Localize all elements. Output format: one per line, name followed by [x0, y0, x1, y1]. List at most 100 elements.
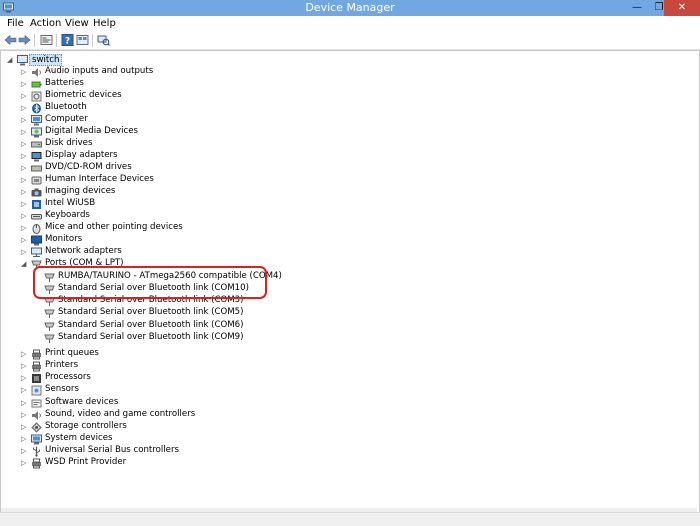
- forward-arrow-icon[interactable]: [18, 34, 31, 46]
- media-device-icon: [31, 127, 42, 138]
- usb-icon: [33, 446, 40, 457]
- port-device-item[interactable]: Standard Serial over Bluetooth link (COM…: [1, 332, 321, 345]
- sensor-icon: [31, 385, 42, 396]
- dvd-drive-icon: [31, 165, 42, 172]
- properties-icon[interactable]: [40, 34, 53, 46]
- expand-triangle-icon[interactable]: ▷: [21, 68, 26, 76]
- menu-action[interactable]: Action: [30, 18, 61, 29]
- toolbar: ?: [0, 32, 700, 50]
- expand-triangle-icon[interactable]: ▷: [21, 435, 26, 443]
- expand-triangle-icon[interactable]: ▷: [21, 350, 26, 358]
- expand-triangle-icon[interactable]: ▷: [21, 176, 26, 184]
- help-icon[interactable]: ?: [61, 34, 74, 46]
- serial-port-icon: [44, 309, 55, 318]
- system-device-icon: [31, 434, 42, 445]
- speaker-icon: [32, 68, 41, 77]
- category-label: Mice and other pointing devices: [45, 222, 183, 232]
- expand-triangle-icon[interactable]: ▷: [21, 164, 26, 172]
- expand-triangle-icon[interactable]: ▷: [21, 374, 26, 382]
- scan-hardware-icon[interactable]: [97, 34, 110, 46]
- wsd-printer-icon: [32, 458, 41, 469]
- back-arrow-icon[interactable]: [4, 34, 17, 46]
- menu-view[interactable]: View: [65, 18, 89, 29]
- computer-icon: [31, 115, 42, 126]
- serial-port-icon: [44, 334, 55, 343]
- expand-triangle-icon[interactable]: ▷: [21, 92, 26, 100]
- expand-triangle-icon[interactable]: ▷: [21, 188, 26, 196]
- category-label: Sound, video and game controllers: [45, 409, 196, 419]
- menu-bar: File Action View Help: [0, 16, 700, 32]
- toolbar-separator: [34, 34, 35, 47]
- expand-triangle-icon[interactable]: ▷: [21, 362, 26, 370]
- expand-triangle-icon[interactable]: ▷: [21, 80, 26, 88]
- expand-triangle-icon[interactable]: ▷: [21, 104, 26, 112]
- hid-icon: [31, 176, 42, 185]
- expand-triangle-icon[interactable]: ▷: [21, 236, 26, 244]
- category-label: Biometric devices: [45, 90, 122, 100]
- category-label: Print queues: [45, 348, 99, 358]
- expand-triangle-icon[interactable]: ▷: [21, 459, 26, 467]
- category-label: Sensors: [45, 384, 79, 394]
- category-label: Human Interface Devices: [45, 174, 154, 184]
- monitor-icon: [31, 235, 42, 246]
- category-label: Disk drives: [45, 138, 93, 148]
- serial-port-icon: [44, 322, 55, 331]
- toolbar-separator: [56, 34, 57, 47]
- collapse-triangle-icon[interactable]: ◢: [7, 56, 12, 64]
- category-label: Audio inputs and outputs: [45, 66, 154, 76]
- device-tree[interactable]: ◢ switch ▷ Audio inputs and outputs ▷ Ba…: [0, 50, 700, 513]
- category-label: Network adapters: [45, 246, 122, 256]
- close-button[interactable]: ✕: [664, 0, 700, 16]
- tree-category[interactable]: ▷ Sensors: [1, 384, 301, 397]
- category-label: WSD Print Provider: [45, 457, 127, 467]
- expand-triangle-icon[interactable]: ▷: [21, 447, 26, 455]
- title-bar[interactable]: Device Manager — ❐ ✕: [0, 0, 700, 16]
- expand-triangle-icon[interactable]: ▷: [21, 212, 26, 220]
- view-icon[interactable]: [76, 34, 89, 46]
- expand-triangle-icon[interactable]: ▷: [21, 116, 26, 124]
- expand-triangle-icon[interactable]: ▷: [21, 200, 26, 208]
- print-queue-icon: [32, 349, 41, 360]
- category-label: Batteries: [45, 78, 84, 88]
- expand-triangle-icon[interactable]: ▷: [21, 224, 26, 232]
- category-label: Storage controllers: [45, 421, 127, 431]
- highlight-annotation: [33, 266, 267, 299]
- menu-file[interactable]: File: [7, 18, 24, 29]
- category-label: Keyboards: [45, 210, 90, 220]
- port-device-item[interactable]: Standard Serial over Bluetooth link (COM…: [1, 307, 321, 320]
- minimize-button[interactable]: —: [626, 0, 648, 16]
- storage-controller-icon: [31, 422, 42, 433]
- category-label: Monitors: [45, 234, 83, 244]
- processor-icon: [32, 374, 41, 383]
- port-device-label: Standard Serial over Bluetooth link (COM…: [58, 320, 244, 330]
- expand-triangle-icon[interactable]: ▷: [21, 140, 26, 148]
- tree-category[interactable]: ▷ WSD Print Provider: [1, 457, 301, 470]
- disk-drive-icon: [31, 141, 42, 148]
- wiusb-icon: [32, 200, 41, 209]
- category-label: Intel WiUSB: [45, 198, 96, 208]
- bluetooth-icon: [32, 103, 41, 114]
- expand-triangle-icon[interactable]: ▷: [21, 423, 26, 431]
- expand-triangle-icon[interactable]: ▷: [21, 386, 26, 394]
- category-label: Imaging devices: [45, 186, 116, 196]
- tree-root-label: switch: [29, 54, 63, 66]
- port-device-label: Standard Serial over Bluetooth link (COM…: [58, 332, 244, 342]
- expand-triangle-icon[interactable]: ▷: [21, 411, 26, 419]
- svg-text:?: ?: [65, 37, 70, 47]
- expand-triangle-icon[interactable]: ▷: [21, 128, 26, 136]
- toolbar-separator: [92, 34, 93, 47]
- mouse-icon: [32, 224, 41, 234]
- display-adapter-icon: [31, 152, 42, 162]
- category-label: System devices: [45, 433, 113, 443]
- printer-icon: [32, 361, 41, 372]
- collapse-triangle-icon[interactable]: ◢: [21, 260, 26, 268]
- category-label: DVD/CD-ROM drives: [45, 162, 132, 172]
- computer-root-icon: [17, 55, 28, 66]
- expand-triangle-icon[interactable]: ▷: [21, 152, 26, 160]
- biometric-icon: [31, 91, 42, 102]
- expand-triangle-icon[interactable]: ▷: [21, 248, 26, 256]
- category-label: Digital Media Devices: [45, 126, 139, 136]
- window-title: Device Manager: [305, 1, 395, 14]
- menu-help[interactable]: Help: [93, 18, 116, 29]
- expand-triangle-icon[interactable]: ▷: [21, 399, 26, 407]
